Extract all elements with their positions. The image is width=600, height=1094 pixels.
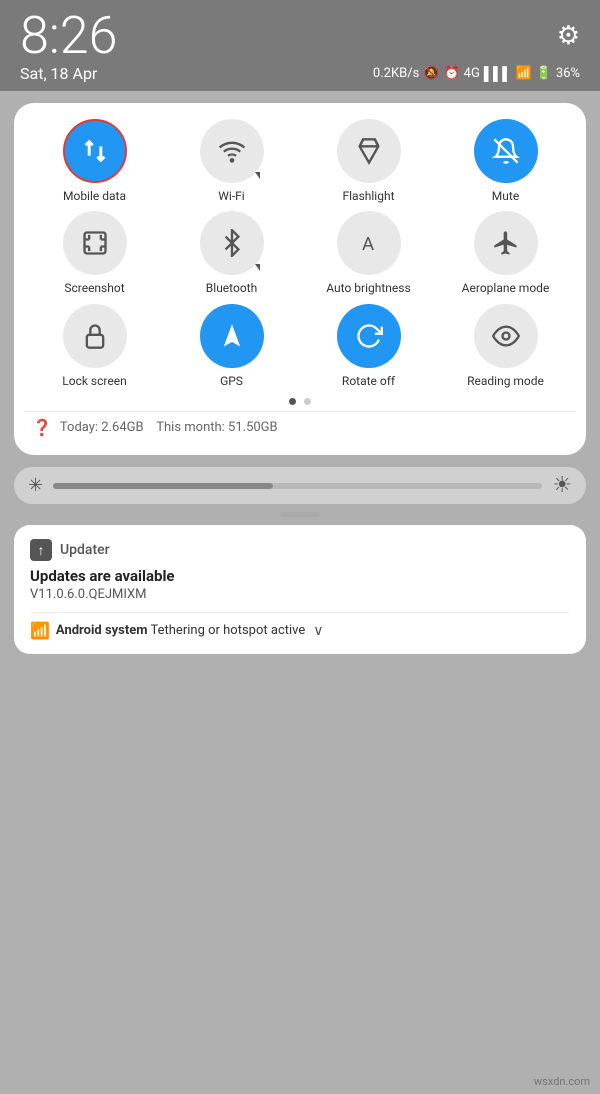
toggle-circle-mute [474,119,538,183]
status-bar: 8:26 ⚙ Sat, 18 Apr 0.2KB/s 🔕 ⏰ 4G ▌▌▌ 📶 … [0,0,600,91]
4g-icon: 4G [464,66,480,81]
toggle-gps[interactable]: GPS [165,304,298,388]
arrow-indicator [255,172,260,179]
notif-footer-text: Android system Tethering or hotspot acti… [56,623,305,638]
mute-icon: 🔕 [423,66,439,81]
toggle-circle-screenshot [63,211,127,275]
toggle-label-auto-brightness: Auto brightness [326,281,410,295]
notif-title: Updates are available [30,567,570,585]
toggle-grid: Mobile data Wi-Fi Flashlight Mute Screenshot… [24,119,576,388]
brightness-high-icon: ☀ [552,473,572,498]
battery-icon: 🔋 [536,66,552,81]
brightness-track[interactable] [53,483,542,489]
wifi-notif-icon: 📶 [30,621,50,640]
scroll-handle [280,512,320,517]
toggle-label-rotate-off: Rotate off [342,374,395,388]
quick-settings-panel: Mobile data Wi-Fi Flashlight Mute Screenshot… [14,103,586,455]
notif-header: ↑ Updater [30,539,570,561]
notif-app-name: Updater [60,542,110,558]
toggle-label-reading-mode: Reading mode [467,374,544,388]
clock: 8:26 [20,10,117,62]
toggle-circle-gps [200,304,264,368]
toggle-circle-aeroplane [474,211,538,275]
page-dots [24,398,576,405]
battery-percent: 36% [556,66,580,81]
updater-icon: ↑ [30,539,52,561]
toggle-reading-mode[interactable]: Reading mode [439,304,572,388]
data-usage-icon: ❓ [32,418,52,437]
toggle-circle-reading-mode [474,304,538,368]
toggle-circle-mobile-data [63,119,127,183]
dot-2 [304,398,311,405]
notif-divider [30,612,570,613]
toggle-wifi[interactable]: Wi-Fi [165,119,298,203]
toggle-mute[interactable]: Mute [439,119,572,203]
status-icons: 0.2KB/s 🔕 ⏰ 4G ▌▌▌ 📶 🔋 36% [373,66,580,82]
toggle-circle-wifi [200,119,264,183]
toggle-label-aeroplane: Aeroplane mode [462,281,550,295]
wifi-status-icon: 📶 [515,66,531,81]
data-usage-today: Today: 2.64GB This month: 51.50GB [60,420,278,435]
toggle-rotate-off[interactable]: Rotate off [302,304,435,388]
network-speed: 0.2KB/s [373,66,419,81]
toggle-circle-rotate-off [337,304,401,368]
chevron-down-icon[interactable]: ∨ [313,623,323,639]
toggle-flashlight[interactable]: Flashlight [302,119,435,203]
watermark: wsxdn.com [534,1075,590,1088]
toggle-mobile-data[interactable]: Mobile data [28,119,161,203]
brightness-bar-container[interactable]: ✳ ☀ [14,467,586,504]
toggle-label-wifi: Wi-Fi [218,189,244,203]
toggle-label-mobile-data: Mobile data [63,189,126,203]
toggle-circle-bluetooth [200,211,264,275]
toggle-circle-lock-screen [63,304,127,368]
toggle-circle-flashlight [337,119,401,183]
notif-body: V11.0.6.0.QEJMIXM [30,587,570,602]
data-usage: ❓ Today: 2.64GB This month: 51.50GB [24,411,576,439]
svg-text:A: A [362,233,374,255]
toggle-label-mute: Mute [492,189,519,203]
brightness-fill [53,483,273,489]
notif-footer: 📶 Android system Tethering or hotspot ac… [30,621,570,640]
date: Sat, 18 Apr [20,64,97,83]
toggle-label-gps: GPS [220,374,243,388]
brightness-low-icon: ✳ [28,475,43,496]
toggle-label-lock-screen: Lock screen [62,374,126,388]
toggle-label-bluetooth: Bluetooth [206,281,257,295]
toggle-aeroplane[interactable]: Aeroplane mode [439,211,572,295]
notification-card-updater: ↑ Updater Updates are available V11.0.6.… [14,525,586,654]
toggle-label-screenshot: Screenshot [64,281,124,295]
arrow-indicator [255,264,260,271]
toggle-screenshot[interactable]: Screenshot [28,211,161,295]
alarm-icon: ⏰ [443,66,459,81]
toggle-auto-brightness[interactable]: A Auto brightness [302,211,435,295]
settings-icon[interactable]: ⚙ [557,21,580,51]
dot-1 [289,398,296,405]
toggle-bluetooth[interactable]: Bluetooth [165,211,298,295]
signal-icon: ▌▌▌ [484,66,512,82]
toggle-label-flashlight: Flashlight [343,189,395,203]
toggle-circle-auto-brightness: A [337,211,401,275]
toggle-lock-screen[interactable]: Lock screen [28,304,161,388]
